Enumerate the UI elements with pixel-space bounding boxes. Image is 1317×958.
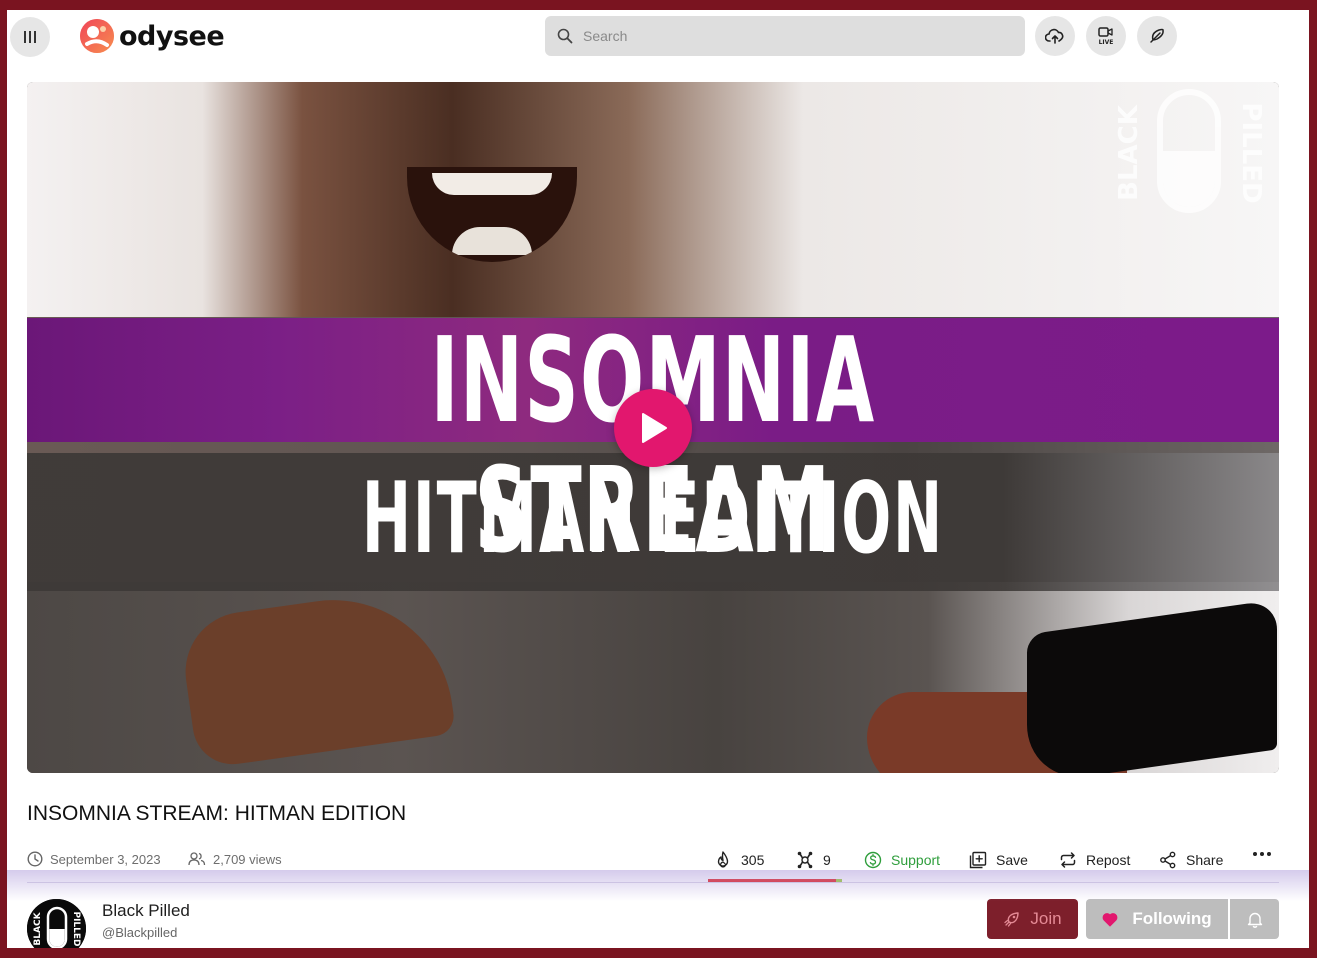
menu-bar-icon: [34, 31, 36, 43]
avatar-pilled-text: PILLED: [71, 911, 81, 946]
support-button[interactable]: Support: [864, 851, 940, 869]
search-icon: [557, 28, 573, 44]
top-header: odysee LIVE: [7, 10, 1309, 66]
go-live-icon: LIVE: [1098, 27, 1114, 46]
play-button[interactable]: [614, 389, 692, 467]
notification-bell-button[interactable]: [1230, 899, 1279, 939]
save-label: Save: [996, 852, 1028, 868]
join-button[interactable]: Join: [987, 899, 1078, 939]
menu-bar-icon: [29, 31, 31, 43]
logo-text: odysee: [119, 20, 225, 52]
support-label: Support: [891, 852, 941, 868]
slime-icon: [797, 851, 813, 869]
repost-button[interactable]: Repost: [1059, 851, 1130, 869]
share-label: Share: [1186, 852, 1224, 868]
go-live-button[interactable]: LIVE: [1086, 16, 1126, 56]
sidebar-menu-button[interactable]: [10, 17, 50, 57]
rocket-icon: [1004, 911, 1020, 927]
live-label: LIVE: [1099, 39, 1114, 46]
channel-avatar[interactable]: BLACK PILLED: [27, 899, 86, 948]
add-to-playlist-icon: [969, 851, 987, 869]
repost-label: Repost: [1086, 852, 1131, 868]
fire-count: 305: [741, 852, 765, 868]
fire-reaction-button[interactable]: 305: [714, 851, 764, 869]
upload-button[interactable]: [1035, 16, 1075, 56]
more-dots-icon: [1253, 852, 1271, 856]
avatar-black-text: BLACK: [33, 911, 43, 945]
odysee-page: odysee LIVE: [7, 10, 1309, 948]
publish-date: September 3, 2023: [27, 851, 161, 867]
search-bar[interactable]: [545, 16, 1025, 56]
video-player[interactable]: INSOMNIA STREAM HITMAN EDITION BLACK PIL…: [27, 82, 1279, 773]
following-button[interactable]: Following: [1086, 899, 1228, 939]
join-label: Join: [1030, 909, 1062, 928]
watermark-black-text: BLACK: [1115, 104, 1144, 201]
publish-post-icon: [1150, 28, 1164, 43]
search-input[interactable]: [583, 28, 983, 44]
watermark-pilled-text: PILLED: [1236, 102, 1265, 203]
share-button[interactable]: Share: [1159, 851, 1223, 869]
menu-bar-icon: [24, 31, 26, 43]
thumbnail-title-line2: HITMAN EDITION: [361, 462, 945, 576]
channel-name[interactable]: Black Pilled: [102, 901, 190, 921]
more-options-button[interactable]: [1252, 848, 1281, 860]
save-button[interactable]: Save: [969, 851, 1028, 869]
channel-handle[interactable]: @Blackpilled: [102, 925, 177, 940]
share-icon: [1160, 851, 1176, 869]
fire-icon: [717, 851, 729, 868]
play-icon: [642, 413, 667, 443]
video-title: INSOMNIA STREAM: HITMAN EDITION: [27, 802, 407, 825]
slime-count: 9: [823, 852, 831, 868]
publish-post-button[interactable]: [1137, 16, 1177, 56]
view-count: 2,709 views: [188, 851, 282, 867]
view-count-text: 2,709 views: [213, 851, 282, 867]
users-icon: [188, 852, 206, 866]
publish-date-text: September 3, 2023: [50, 851, 161, 867]
black-pilled-avatar-icon: BLACK PILLED: [27, 899, 86, 948]
section-divider: [27, 882, 1279, 883]
clock-icon: [27, 851, 43, 867]
black-pilled-watermark: BLACK PILLED: [1115, 89, 1265, 213]
repost-icon: [1060, 852, 1076, 868]
odysee-logo[interactable]: odysee: [79, 18, 225, 54]
heart-icon: [1102, 912, 1118, 926]
bell-icon: [1247, 912, 1262, 928]
upload-icon: [1045, 28, 1064, 44]
thumbnail-background-top: [27, 82, 1279, 317]
slime-reaction-button[interactable]: 9: [796, 851, 831, 869]
support-dollar-icon: [864, 851, 882, 869]
following-label: Following: [1132, 909, 1212, 928]
odysee-mark-icon: [80, 19, 114, 53]
